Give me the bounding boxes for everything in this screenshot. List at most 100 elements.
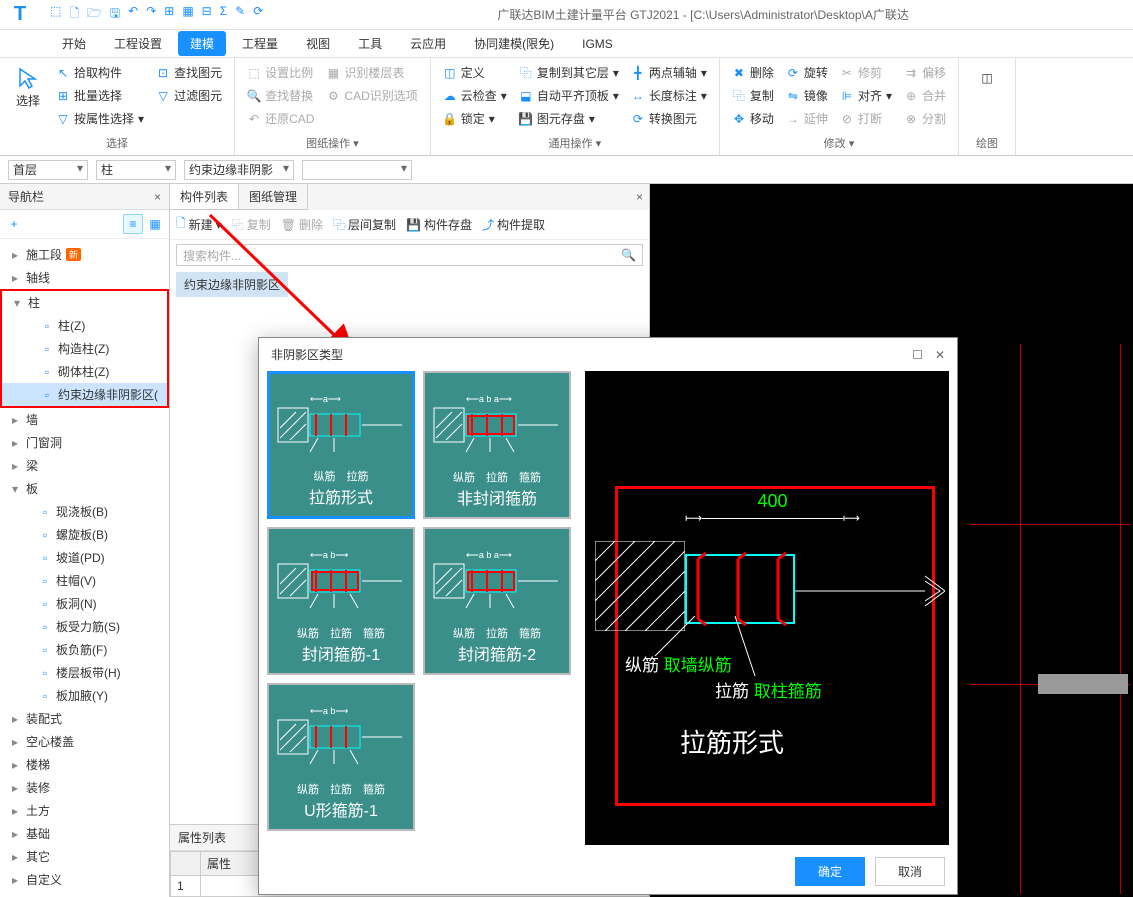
menu-tab[interactable]: 开始: [50, 31, 98, 56]
extend-button[interactable]: →延伸: [782, 108, 832, 129]
tree-group[interactable]: ▸装配式: [0, 707, 169, 730]
close-icon[interactable]: ✕: [935, 348, 945, 362]
qat-icon[interactable]: ✎: [235, 4, 245, 25]
set-scale-button[interactable]: ⬚设置比例: [243, 62, 318, 83]
cad-options-button[interactable]: ⚙CAD识别选项: [322, 85, 421, 106]
copy-comp-button[interactable]: ⿻复制: [232, 214, 271, 235]
length-dim-button[interactable]: ↔长度标注 ▾: [627, 85, 711, 106]
batch-select-button[interactable]: ⊞批量选择: [52, 85, 148, 106]
menu-tab-active[interactable]: 建模: [178, 31, 226, 56]
move-button[interactable]: ✥移动: [728, 108, 778, 129]
tree-item[interactable]: ▫楼层板带(H): [0, 661, 169, 684]
auto-align-button[interactable]: ⬓自动平齐顶板 ▾: [515, 85, 623, 106]
trim-button[interactable]: ✂修剪: [836, 62, 896, 83]
offset-button[interactable]: ⇉偏移: [900, 62, 950, 83]
menu-tab[interactable]: 工程设置: [102, 31, 174, 56]
tree-group[interactable]: ▸施工段 新: [0, 243, 169, 266]
qat-icon[interactable]: ⟳: [253, 4, 263, 25]
tree-group[interactable]: ▸门窗洞: [0, 431, 169, 454]
ok-button[interactable]: 确定: [795, 857, 865, 886]
cancel-button[interactable]: 取消: [875, 857, 945, 886]
tree-item[interactable]: ▫板负筋(F): [0, 638, 169, 661]
lock-button[interactable]: 🔒锁定 ▾: [439, 108, 511, 129]
qat-icon[interactable]: 🗋: [69, 4, 79, 25]
type-tile[interactable]: ⟵a b a⟶ 纵筋 拉筋 箍筋 非封闭箍筋: [423, 371, 571, 519]
tree-group[interactable]: ▾柱: [2, 291, 167, 314]
component-item[interactable]: 约束边缘非阴影区: [176, 272, 288, 297]
add-icon[interactable]: +: [4, 214, 24, 234]
tree-group[interactable]: ▸梁: [0, 454, 169, 477]
pick-component-button[interactable]: ↖拾取构件: [52, 62, 148, 83]
copy-button[interactable]: ⿻复制: [728, 85, 778, 106]
tree-group[interactable]: ▸装修: [0, 776, 169, 799]
tab-drawing-mgmt[interactable]: 图纸管理: [239, 184, 308, 209]
break-button[interactable]: ⊘打断: [836, 108, 896, 129]
type-tile[interactable]: ⟵a b a⟶ 纵筋 拉筋 箍筋 封闭箍筋-2: [423, 527, 571, 675]
layer-copy-button[interactable]: ⿻层间复制: [333, 214, 396, 235]
copy-to-layer-button[interactable]: ⿻复制到其它层 ▾: [515, 62, 623, 83]
tree-item[interactable]: ▫螺旋板(B): [0, 523, 169, 546]
menu-tab[interactable]: 云应用: [398, 31, 458, 56]
tree-item[interactable]: ▫柱帽(V): [0, 569, 169, 592]
find-replace-button[interactable]: 🔍查找替换: [243, 85, 318, 106]
rotate-button[interactable]: ⟳旋转: [782, 62, 832, 83]
qat-icon[interactable]: ⬚: [50, 4, 61, 25]
maximize-icon[interactable]: ☐: [912, 348, 923, 362]
qat-icon[interactable]: ⊟: [202, 4, 212, 25]
tree-group[interactable]: ▸轴线: [0, 266, 169, 289]
mirror-button[interactable]: ⇋镜像: [782, 85, 832, 106]
save-element-button[interactable]: 💾图元存盘 ▾: [515, 108, 623, 129]
tree-group[interactable]: ▸空心楼盖: [0, 730, 169, 753]
restore-cad-button[interactable]: ↶还原CAD: [243, 108, 318, 129]
find-element-button[interactable]: ⊡查找图元: [152, 62, 226, 83]
new-button[interactable]: 🗋新建 ▾: [176, 214, 222, 235]
menu-tab[interactable]: IGMS: [570, 33, 625, 55]
qat-icon[interactable]: ↷: [146, 4, 156, 25]
tree-item[interactable]: ▫构造柱(Z): [2, 337, 167, 360]
two-point-axis-button[interactable]: ╋两点辅轴 ▾: [627, 62, 711, 83]
view-grid-icon[interactable]: ▦: [145, 214, 165, 234]
cloud-check-button[interactable]: ☁云检查 ▾: [439, 85, 511, 106]
comp-save-button[interactable]: 💾构件存盘: [406, 214, 472, 235]
pin-icon[interactable]: ×: [154, 190, 161, 204]
qat-icon[interactable]: ▦: [182, 4, 193, 25]
type-tile[interactable]: ⟵a b⟶ 纵筋 拉筋 箍筋 U形箍筋-1: [267, 683, 415, 831]
search-input[interactable]: 搜索构件... 🔍: [176, 244, 643, 266]
type-tile[interactable]: ⟵a⟶ 纵筋 拉筋 拉筋形式: [267, 371, 415, 519]
pin-icon[interactable]: ×: [630, 190, 649, 204]
qat-icon[interactable]: ⊞: [164, 4, 174, 25]
tree-item[interactable]: ▫板受力筋(S): [0, 615, 169, 638]
type-tile[interactable]: ⟵a b⟶ 纵筋 拉筋 箍筋 封闭箍筋-1: [267, 527, 415, 675]
tree-item[interactable]: ▫现浇板(B): [0, 500, 169, 523]
comp-extract-button[interactable]: ⤴构件提取: [482, 214, 545, 235]
menu-tab[interactable]: 视图: [294, 31, 342, 56]
menu-tab[interactable]: 工程量: [230, 31, 290, 56]
instance-selector[interactable]: [302, 160, 412, 180]
tree-group[interactable]: ▸自定义: [0, 868, 169, 891]
tree-item[interactable]: ▫砌体柱(Z): [2, 360, 167, 383]
merge-button[interactable]: ⊕合并: [900, 85, 950, 106]
tree-item[interactable]: ▫柱(Z): [2, 314, 167, 337]
tree-group[interactable]: ▸楼梯: [0, 753, 169, 776]
filter-element-button[interactable]: ▽过滤图元: [152, 85, 226, 106]
define-button[interactable]: ◫定义: [439, 62, 511, 83]
qat-icon[interactable]: Σ: [220, 4, 227, 25]
type-selector[interactable]: 柱: [96, 160, 176, 180]
menu-tab[interactable]: 工具: [346, 31, 394, 56]
align2-button[interactable]: ⊫对齐 ▾: [836, 85, 896, 106]
tree-group[interactable]: ▸基础: [0, 822, 169, 845]
tree-group[interactable]: ▸其它: [0, 845, 169, 868]
draw-button[interactable]: ◫: [967, 62, 1007, 94]
tree-item[interactable]: ▫板洞(N): [0, 592, 169, 615]
menu-tab[interactable]: 协同建模(限免): [462, 31, 566, 56]
tree-item[interactable]: ▫约束边缘非阴影区(: [2, 383, 167, 406]
view-list-icon[interactable]: ≡: [123, 214, 143, 234]
delete-comp-button[interactable]: 🗑删除: [281, 214, 323, 235]
tab-component-list[interactable]: 构件列表: [170, 184, 239, 209]
split-button[interactable]: ⊗分割: [900, 108, 950, 129]
select-by-attr-button[interactable]: ▽按属性选择 ▾: [52, 108, 148, 129]
convert-element-button[interactable]: ⟳转换图元: [627, 108, 711, 129]
identify-floor-table-button[interactable]: ▦识别楼层表: [322, 62, 421, 83]
tree-group[interactable]: ▾板: [0, 477, 169, 500]
qat-icon[interactable]: 🖫: [110, 4, 120, 25]
